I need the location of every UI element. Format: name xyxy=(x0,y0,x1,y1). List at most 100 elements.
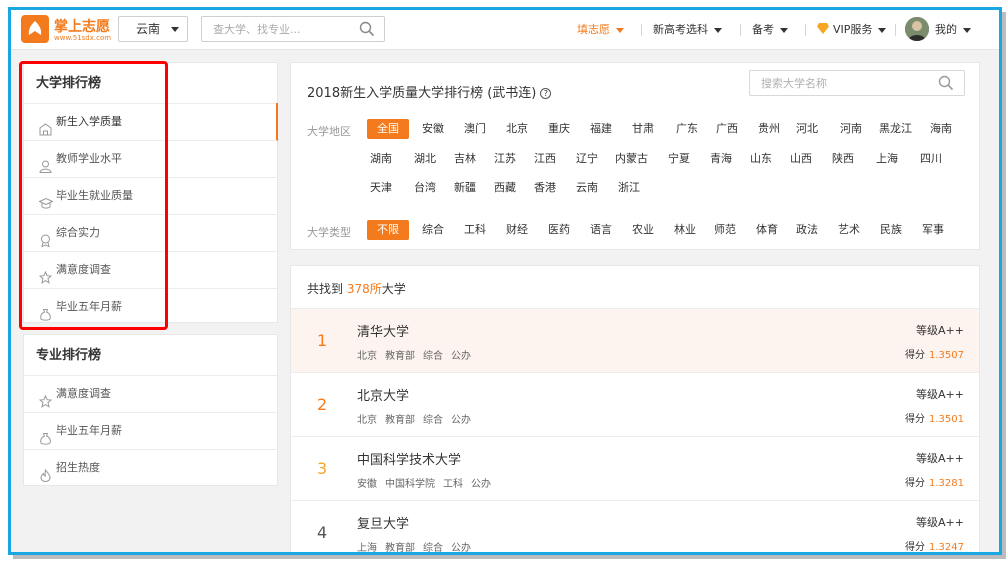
type-option[interactable]: 医药 xyxy=(545,220,573,240)
type-option[interactable]: 师范 xyxy=(711,220,739,240)
table-row[interactable]: 3 中国科学技术大学 安徽 中国科学院 工科 公办 等级A++ 得分 1.3281 xyxy=(291,436,979,500)
university-tags: 上海 教育部 综合 公办 xyxy=(357,539,479,554)
region-option[interactable]: 云南 xyxy=(573,178,601,198)
region-option[interactable]: 黑龙江 xyxy=(879,119,912,139)
type-option[interactable]: 林业 xyxy=(671,220,699,240)
region-option[interactable]: 福建 xyxy=(587,119,615,139)
region-option[interactable]: 四川 xyxy=(917,149,945,169)
region-option[interactable]: 青海 xyxy=(707,149,735,169)
site-logo[interactable]: 掌上志愿 www.51sdx.com xyxy=(21,15,121,45)
score-value: 1.3281 xyxy=(929,478,964,489)
region-option[interactable]: 河南 xyxy=(837,119,865,139)
type-option[interactable]: 工科 xyxy=(461,220,489,240)
region-option[interactable]: 湖南 xyxy=(367,149,395,169)
school-search-input[interactable] xyxy=(750,71,930,95)
region-option[interactable]: 山西 xyxy=(787,149,815,169)
region-select[interactable]: 云南 xyxy=(118,16,188,42)
region-option[interactable]: 江西 xyxy=(531,149,559,169)
region-option[interactable]: 台湾 xyxy=(411,178,439,198)
tag: 公办 xyxy=(471,479,491,490)
region-option[interactable]: 山东 xyxy=(747,149,775,169)
type-option[interactable]: 语言 xyxy=(587,220,615,240)
region-option[interactable]: 安徽 xyxy=(419,119,447,139)
chevron-down-icon xyxy=(714,27,722,33)
tag: 教育部 xyxy=(385,543,415,554)
type-option[interactable]: 军事 xyxy=(919,220,947,240)
region-option[interactable]: 江苏 xyxy=(491,149,519,169)
result-count-suffix: 大学 xyxy=(381,282,406,296)
type-option[interactable]: 体育 xyxy=(753,220,781,240)
type-option[interactable]: 不限 xyxy=(367,220,409,240)
region-option[interactable]: 上海 xyxy=(873,149,901,169)
region-option[interactable]: 贵州 xyxy=(755,119,783,139)
school-search xyxy=(749,70,965,96)
nav-exam-prep[interactable]: 备考 xyxy=(752,10,788,50)
nav-my-account[interactable]: 我的 xyxy=(935,10,971,50)
avatar[interactable] xyxy=(905,17,929,41)
sidebar-item-label: 满意度调查 xyxy=(56,387,111,400)
table-row[interactable]: 1 清华大学 北京 教育部 综合 公办 等级A++ 得分 1.3507 xyxy=(291,308,979,372)
region-option[interactable]: 湖北 xyxy=(411,149,439,169)
result-count: 共找到 378所大学 xyxy=(307,280,406,297)
grade-value: A++ xyxy=(938,324,964,337)
region-option[interactable]: 陕西 xyxy=(829,149,857,169)
table-row[interactable]: 4 复旦大学 上海 教育部 综合 公办 等级A++ 得分 1.3247 xyxy=(291,500,979,554)
nav-fill-application[interactable]: 填志愿 xyxy=(577,10,624,50)
grade: 等级A++ xyxy=(916,514,964,530)
region-option[interactable]: 新疆 xyxy=(451,178,479,198)
sidebar-item-major-salary[interactable]: 毕业五年月薪 xyxy=(24,412,277,449)
result-count-number: 378所 xyxy=(346,282,382,296)
chevron-down-icon xyxy=(878,27,887,33)
region-option[interactable]: 澳门 xyxy=(461,119,489,139)
type-option[interactable]: 综合 xyxy=(419,220,447,240)
region-option[interactable]: 辽宁 xyxy=(573,149,601,169)
region-option[interactable]: 全国 xyxy=(367,119,409,139)
tag: 上海 xyxy=(357,543,377,554)
type-option[interactable]: 艺术 xyxy=(835,220,863,240)
region-option[interactable]: 香港 xyxy=(531,178,559,198)
university-name[interactable]: 复旦大学 xyxy=(357,513,409,532)
nav-divider xyxy=(641,24,642,36)
ranking-title-text: 2018新生入学质量大学排行榜 (武书连) xyxy=(307,86,537,101)
results-panel: 共找到 378所大学 1 清华大学 北京 教育部 综合 公办 等级A++ 得分 1.35… xyxy=(290,265,980,554)
score-prefix: 得分 xyxy=(905,350,925,361)
type-option[interactable]: 政法 xyxy=(793,220,821,240)
university-name[interactable]: 中国科学技术大学 xyxy=(357,449,461,468)
region-option[interactable]: 西藏 xyxy=(491,178,519,198)
type-option[interactable]: 农业 xyxy=(629,220,657,240)
tag: 工科 xyxy=(443,479,463,490)
tag: 综合 xyxy=(423,415,443,426)
sidebar-item-label: 毕业五年月薪 xyxy=(56,424,122,437)
sidebar-item-enrollment-popularity[interactable]: 招生热度 xyxy=(24,449,277,486)
region-option[interactable]: 浙江 xyxy=(615,178,643,198)
region-option[interactable]: 河北 xyxy=(793,119,821,139)
nav-vip[interactable]: VIP服务 xyxy=(817,10,887,50)
region-option[interactable]: 宁夏 xyxy=(665,149,693,169)
table-row[interactable]: 2 北京大学 北京 教育部 综合 公办 等级A++ 得分 1.3501 xyxy=(291,372,979,436)
region-option[interactable]: 重庆 xyxy=(545,119,573,139)
search-icon[interactable] xyxy=(359,21,375,40)
region-option[interactable]: 甘肃 xyxy=(629,119,657,139)
ranking-title: 2018新生入学质量大学排行榜 (武书连)? xyxy=(307,82,552,101)
global-search-input[interactable] xyxy=(202,17,352,41)
region-option[interactable]: 广西 xyxy=(713,119,741,139)
logo-name: 掌上志愿 xyxy=(54,19,110,35)
region-option[interactable]: 天津 xyxy=(367,178,395,198)
region-option[interactable]: 内蒙古 xyxy=(615,149,648,169)
nav-divider xyxy=(895,24,896,36)
help-icon[interactable]: ? xyxy=(540,88,552,99)
type-option[interactable]: 财经 xyxy=(503,220,531,240)
university-name[interactable]: 清华大学 xyxy=(357,321,409,340)
search-icon[interactable] xyxy=(938,75,954,94)
region-option[interactable]: 海南 xyxy=(927,119,955,139)
region-option[interactable]: 北京 xyxy=(503,119,531,139)
sidebar-item-major-satisfaction[interactable]: 满意度调查 xyxy=(24,375,277,412)
region-option[interactable]: 广东 xyxy=(673,119,701,139)
logo-icon xyxy=(21,15,49,43)
result-count-prefix: 共找到 xyxy=(307,282,344,296)
region-filter-label: 大学地区 xyxy=(307,125,351,138)
university-name[interactable]: 北京大学 xyxy=(357,385,409,404)
region-option[interactable]: 吉林 xyxy=(451,149,479,169)
nav-new-gaokao[interactable]: 新高考选科 xyxy=(653,10,722,50)
type-option[interactable]: 民族 xyxy=(877,220,905,240)
